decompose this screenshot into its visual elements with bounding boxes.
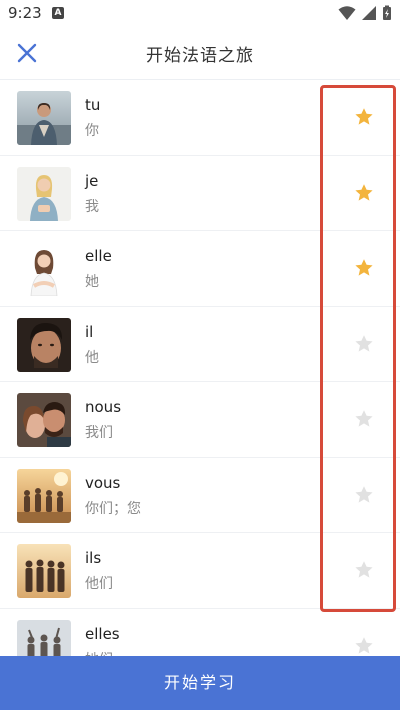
- star-icon[interactable]: [354, 258, 374, 278]
- star-icon[interactable]: [354, 183, 374, 203]
- status-bar: 9:23 A: [0, 0, 400, 26]
- word-meaning: 我们: [85, 425, 113, 441]
- avatar: [17, 619, 71, 656]
- avatar: [17, 91, 71, 145]
- notification-icon: A: [52, 7, 64, 19]
- word-text: il: [85, 322, 94, 341]
- word-text: vous: [85, 473, 121, 492]
- list-item[interactable]: elle 她: [0, 231, 400, 307]
- list-item[interactable]: elles 她们: [0, 609, 400, 657]
- list-item[interactable]: il 他: [0, 307, 400, 382]
- word-meaning: 我: [85, 198, 99, 215]
- battery-icon: [383, 5, 391, 20]
- list-item[interactable]: tu 你: [0, 80, 400, 156]
- avatar: [17, 242, 71, 296]
- list-item[interactable]: nous 我们: [0, 382, 400, 458]
- wifi-icon: [338, 6, 356, 20]
- signal-icon: [361, 6, 376, 20]
- star-icon[interactable]: [354, 560, 374, 580]
- word-meaning: 你: [85, 123, 99, 139]
- avatar: [17, 166, 71, 221]
- word-meaning: 你们；您: [85, 500, 141, 517]
- word-text: je: [85, 171, 99, 190]
- word-meaning: 他们: [85, 576, 113, 592]
- star-icon[interactable]: [354, 636, 374, 656]
- word-text: tu: [85, 96, 101, 114]
- word-meaning: 他: [85, 349, 99, 366]
- status-icons: [338, 5, 392, 21]
- avatar: [17, 317, 71, 372]
- word-text: ils: [85, 549, 102, 567]
- word-meaning: 她: [85, 274, 99, 290]
- word-text: elle: [85, 247, 112, 265]
- word-text: elles: [85, 624, 120, 643]
- word-meaning: 她们: [85, 649, 113, 657]
- list-item[interactable]: vous 你们；您: [0, 458, 400, 533]
- avatar: [17, 393, 71, 447]
- avatar: [17, 468, 71, 523]
- star-icon[interactable]: [354, 409, 374, 429]
- word-list[interactable]: tu 你 je 我 elle 她 il 他 nous 我们 vous 你们；您 …: [0, 80, 400, 656]
- avatar: [17, 544, 71, 598]
- app-header: 开始法语之旅: [0, 26, 400, 80]
- page-title: 开始法语之旅: [146, 46, 254, 66]
- status-time: 9:23: [8, 4, 42, 22]
- word-text: nous: [85, 398, 122, 416]
- list-item[interactable]: ils 他们: [0, 533, 400, 609]
- star-icon[interactable]: [354, 485, 374, 505]
- start-learning-button[interactable]: 开始学习: [0, 656, 400, 710]
- star-icon[interactable]: [354, 334, 374, 354]
- star-icon[interactable]: [354, 107, 374, 127]
- list-item[interactable]: je 我: [0, 156, 400, 231]
